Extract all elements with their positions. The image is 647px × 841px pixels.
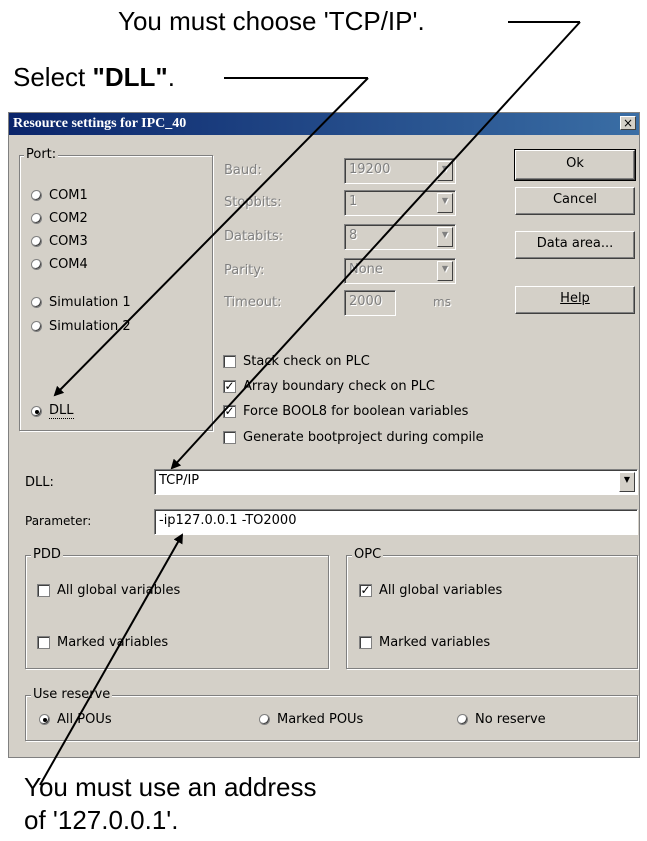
address-arrow [39,533,183,786]
annotation-arrows [39,21,581,786]
dll-arrow [53,77,369,397]
tcpip-arrow [170,21,581,470]
